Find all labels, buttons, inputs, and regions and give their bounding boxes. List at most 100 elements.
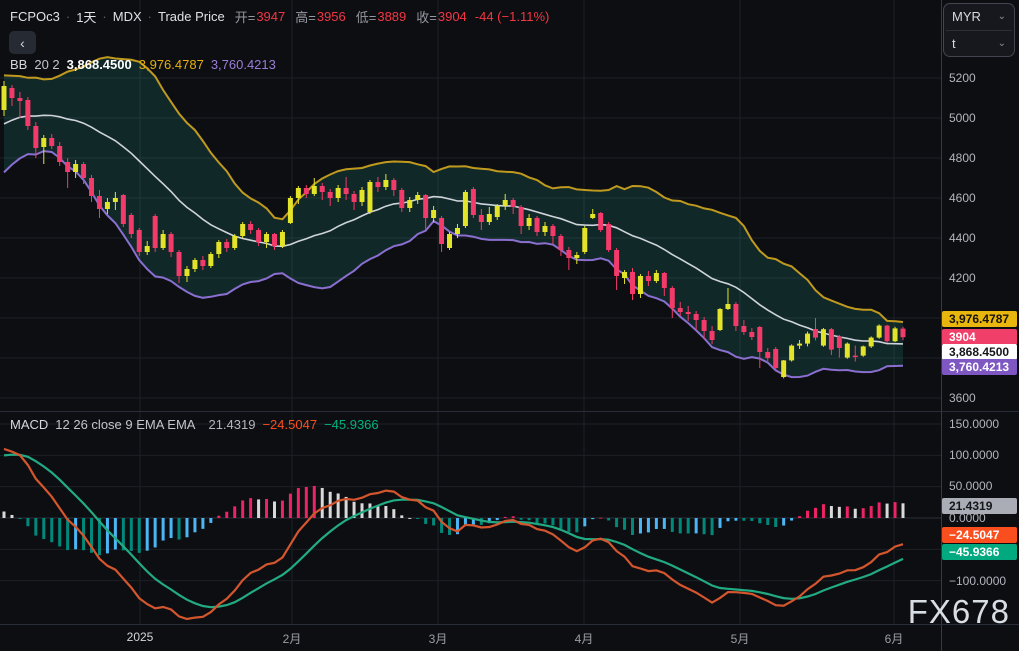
candle-body <box>558 236 564 250</box>
candle-body <box>343 188 349 194</box>
candle-body <box>661 273 667 288</box>
candle-body <box>486 214 492 222</box>
candle-body <box>510 200 516 207</box>
macd-histogram-bar <box>599 517 603 519</box>
candle-body <box>271 234 277 246</box>
candle-body <box>319 186 325 192</box>
symbol-header[interactable]: FCPOc3 · 1天 · MDX · Trade Price 开= 3947 高… <box>10 7 549 25</box>
currency-value: MYR <box>952 9 981 25</box>
candle-body <box>693 314 699 320</box>
candle-body <box>900 328 906 338</box>
candle-body <box>590 214 596 218</box>
macd-histogram-bar <box>607 518 611 521</box>
fx678-watermark: FX678 <box>907 593 1010 630</box>
macd-histogram-bar <box>535 518 539 524</box>
pane-separator[interactable] <box>0 411 1019 412</box>
price-type-label: Trade Price <box>158 8 225 24</box>
bb-lower-value: 3,760.4213 <box>210 57 276 72</box>
candle-body <box>112 198 118 202</box>
macd-histogram-bar <box>742 518 746 521</box>
macd-histogram-bar <box>654 518 658 530</box>
candle-body <box>399 190 405 208</box>
candle-body <box>232 236 238 248</box>
separator-dot: · <box>147 8 152 24</box>
bb-indicator-legend[interactable]: BB 20 2 3,868.4500 3,976.4787 3,760.4213 <box>10 57 276 72</box>
candle-body <box>765 352 771 358</box>
candle-body <box>534 218 540 232</box>
macd-pane[interactable] <box>2 447 905 621</box>
candle-body <box>264 234 270 242</box>
currency-selector[interactable]: MYR ⌄ <box>944 4 1014 30</box>
time-axis[interactable]: 2025 2月 3月 4月 5月 6月 <box>0 625 1019 651</box>
candle-body <box>41 138 47 147</box>
candle-body <box>327 192 333 198</box>
candle-body <box>73 164 79 172</box>
candle-body <box>65 162 71 172</box>
macd-histogram-bar <box>241 500 245 518</box>
macd-histogram-bar <box>829 506 833 518</box>
candle-body <box>669 288 675 308</box>
separator-dot: · <box>102 8 107 24</box>
macd-axis-label: 100.0000 <box>949 448 1000 462</box>
time-axis-month-label: 3月 <box>428 632 448 646</box>
price-pane[interactable] <box>1 56 906 379</box>
macd-histogram-bar <box>424 518 428 524</box>
bb-name: BB <box>10 57 28 72</box>
macd-histogram-bar <box>288 493 292 518</box>
macd-histogram-bar <box>185 518 189 538</box>
macd-histogram-bar <box>257 499 261 518</box>
candle-body <box>407 200 413 208</box>
chart-unit-selectors: MYR ⌄ t ⌄ <box>943 3 1015 57</box>
candle-body <box>637 276 643 294</box>
candle-body <box>160 234 166 248</box>
chart-canvas[interactable] <box>0 0 1019 651</box>
bb-middle-tag: 3,868.4500 <box>942 344 1017 360</box>
candle-body <box>566 250 572 258</box>
open-label: 开= <box>234 9 256 25</box>
macd-histogram-bar <box>249 498 253 518</box>
candle-body <box>89 178 95 196</box>
chart-window: FCPOc3 · 1天 · MDX · Trade Price 开= 3947 高… <box>0 0 1019 651</box>
candle-body <box>216 242 222 254</box>
macd-histogram-bar <box>153 518 157 548</box>
macd-histogram-bar <box>718 518 722 528</box>
macd-histogram-bar <box>416 518 420 519</box>
macd-histogram-bar <box>145 518 149 551</box>
macd-histogram-bar <box>885 503 889 518</box>
candle-body <box>144 246 150 252</box>
low-label: 低= <box>355 9 377 25</box>
unit-selector[interactable]: t ⌄ <box>944 31 1014 57</box>
price-axis[interactable]: 5200 5000 4800 4600 4400 4200 3600 3,976.4787 39… <box>941 0 1019 411</box>
candle-body <box>447 234 453 248</box>
macd-histogram-bar <box>901 503 905 518</box>
macd-histogram-bar <box>137 518 141 553</box>
symbol-name[interactable]: FCPOc3 <box>10 9 60 24</box>
macd-histogram-bar <box>615 518 619 528</box>
macd-histogram-bar <box>774 518 778 527</box>
macd-histogram-bar <box>798 516 802 518</box>
macd-histogram-bar <box>861 508 865 518</box>
chevron-down-icon: ⌄ <box>997 11 1006 23</box>
candle-body <box>279 232 285 246</box>
time-axis-month-label: 6月 <box>884 632 904 646</box>
macd-histogram-bar <box>591 518 595 520</box>
candle-body <box>502 200 508 206</box>
macd-histogram-bar <box>360 503 364 518</box>
macd-indicator-legend[interactable]: MACD 12 26 close 9 EMA EMA 21.4319 −24.5… <box>10 417 379 432</box>
back-button[interactable]: ‹ <box>9 31 36 54</box>
candle-body <box>828 329 834 350</box>
candle-body <box>439 218 445 244</box>
candle-body <box>836 336 842 348</box>
macd-histogram-bar <box>837 506 841 518</box>
macd-histogram-bar <box>2 511 6 518</box>
macd-signal-value: −45.9366 <box>324 417 379 432</box>
macd-histogram-bar <box>853 508 857 518</box>
macd-histogram-bar <box>734 518 738 521</box>
macd-histogram-bar <box>74 518 78 550</box>
macd-histogram-bar <box>201 518 205 529</box>
candle-body <box>57 146 63 162</box>
candle-body <box>518 207 524 226</box>
macd-histogram-bar <box>877 502 881 518</box>
interval-label[interactable]: 1天 <box>76 7 96 26</box>
candle-body <box>462 192 468 226</box>
